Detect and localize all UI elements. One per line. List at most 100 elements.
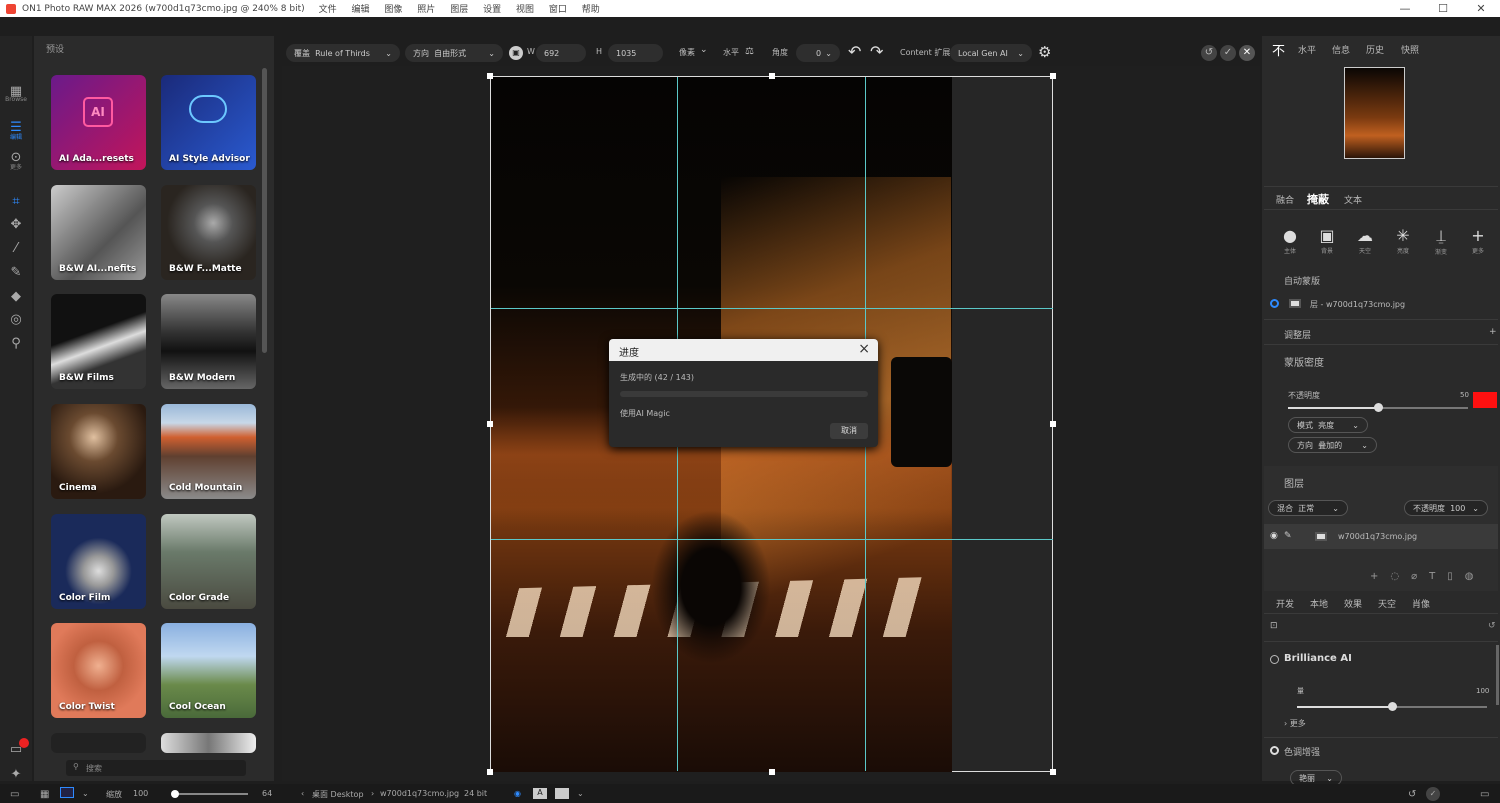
edit-tool[interactable]: ☰ 编辑 (7, 118, 25, 142)
reset-panel-icon[interactable]: ↺ (1488, 621, 1496, 631)
preset-card[interactable]: AI Style Advisor (161, 75, 256, 170)
mask-gradient-button[interactable]: ⍊ 渐变 (1426, 226, 1456, 256)
more-tool[interactable]: ⊙ 更多 (7, 148, 25, 172)
minimize-button[interactable]: — (1386, 2, 1424, 15)
preset-card[interactable]: Color Grade (161, 514, 256, 609)
mask-luminance-button[interactable]: ✳ 亮度 (1388, 226, 1418, 255)
clone-tool[interactable]: ◎ (7, 310, 25, 328)
preset-card[interactable]: B&W Films (51, 294, 146, 389)
preset-card[interactable]: Cinema (51, 404, 146, 499)
move-tool[interactable]: ✥ (7, 215, 25, 233)
color-swatch[interactable] (1473, 392, 1497, 408)
rotate-left-icon[interactable]: ↶ (848, 42, 861, 61)
crop-handle[interactable] (1050, 73, 1056, 79)
fill-mode-select[interactable]: Local Gen AI ⌄ (950, 44, 1032, 62)
preset-card[interactable]: Cold Mountain (161, 404, 256, 499)
reset-icon[interactable]: ↺ (1201, 45, 1217, 61)
crop-tool[interactable]: ⌗ (7, 192, 25, 210)
path-breadcrumb[interactable]: 桌面 Desktop (312, 789, 364, 800)
rotate-right-icon[interactable]: ↷ (870, 42, 883, 61)
tab-navigator[interactable]: 不 (1272, 40, 1285, 59)
back-icon[interactable]: ‹ (301, 789, 304, 798)
undo-icon[interactable]: ↺ (1408, 789, 1416, 800)
mask-view-icon[interactable] (555, 788, 569, 799)
menu-view[interactable]: 视图 (516, 5, 534, 15)
menu-photo[interactable]: 照片 (417, 5, 435, 15)
preset-card[interactable]: Cool Ocean (161, 623, 256, 718)
mode-select[interactable]: 模式 亮度 ⌄ (1288, 417, 1368, 433)
subtab-blend[interactable]: 融合 (1276, 193, 1294, 206)
single-view-icon[interactable] (60, 787, 74, 798)
gear-icon[interactable]: ⚙ (1038, 43, 1051, 61)
grid-view-icon[interactable]: ▦ (40, 789, 49, 800)
eraser-tool[interactable]: ◆ (7, 287, 25, 305)
subtab-text[interactable]: 文本 (1344, 193, 1362, 206)
browse-tool[interactable]: ▦ Browse (5, 82, 27, 104)
edit-tab-develop[interactable]: 开发 (1276, 597, 1294, 610)
menu-help[interactable]: 帮助 (582, 5, 600, 15)
crop-handle[interactable] (487, 769, 493, 775)
preset-card[interactable] (51, 733, 146, 753)
height-input[interactable]: 1035 (608, 44, 663, 62)
navigator-thumbnail[interactable] (1344, 67, 1405, 159)
panel-scrollbar[interactable] (1496, 645, 1499, 705)
menu-file[interactable]: 文件 (319, 5, 337, 15)
cancel-crop-icon[interactable]: ✕ (1239, 45, 1255, 61)
overlay-select[interactable]: 覆盖 Rule of Thirds ⌄ (286, 44, 400, 62)
mask-more-button[interactable]: + 更多 (1463, 226, 1493, 255)
help-tool[interactable]: ✦ (7, 765, 25, 783)
right-panel-toggle-icon[interactable]: ▭ (1480, 789, 1489, 800)
edit-tab-effects[interactable]: 效果 (1344, 597, 1362, 610)
cancel-button[interactable]: 取消 (830, 423, 868, 439)
preset-card[interactable]: B&W F...Matte (161, 185, 256, 280)
aspect-select[interactable]: 方向 自由形式 ⌄ (405, 44, 503, 62)
preview-eye-icon[interactable]: ◉ (514, 789, 521, 798)
crop-handle[interactable] (769, 73, 775, 79)
menu-settings[interactable]: 设置 (483, 5, 501, 15)
eye-icon[interactable]: ◉ (1270, 531, 1278, 541)
layer-opacity-select[interactable]: 不透明度 100 ⌄ (1404, 500, 1488, 516)
tab-snapshot[interactable]: 快照 (1401, 43, 1419, 56)
slider-knob[interactable] (1388, 702, 1397, 711)
lock-ratio-icon[interactable]: ▣ (509, 46, 523, 60)
slider-knob[interactable] (1374, 403, 1383, 412)
close-button[interactable]: ✕ (1462, 2, 1500, 15)
subtab-mask[interactable]: 掩蔽 (1307, 191, 1329, 207)
panel-toggle-icon[interactable]: ▭ (10, 789, 19, 800)
sync-icon[interactable]: ✓ (1426, 787, 1440, 801)
tab-history[interactable]: 历史 (1366, 43, 1384, 56)
menu-window[interactable]: 窗口 (549, 5, 567, 15)
brush-tool[interactable]: ✎ (7, 263, 25, 281)
width-input[interactable]: 692 (536, 44, 586, 62)
edit-tab-local[interactable]: 本地 (1310, 597, 1328, 610)
apply-icon[interactable]: ✓ (1220, 45, 1236, 61)
level-icon[interactable]: ⚖ (745, 46, 754, 57)
tab-info[interactable]: 信息 (1332, 43, 1350, 56)
chevron-down-icon[interactable]: ⌄ (577, 789, 584, 798)
preset-card[interactable]: Color Twist (51, 623, 146, 718)
unit-select[interactable]: 像素 (679, 47, 695, 58)
maximize-button[interactable]: ☐ (1424, 2, 1462, 15)
edit-tab-sky[interactable]: 天空 (1378, 597, 1396, 610)
preset-card[interactable]: B&W Modern (161, 294, 256, 389)
auto-icon[interactable]: A (533, 788, 547, 799)
layer-blend-select[interactable]: 混合 正常 ⌄ (1268, 500, 1348, 516)
zoom-tool[interactable]: ⚲ (7, 334, 25, 352)
mask-file-name[interactable]: 层 - w700d1q73cmo.jpg (1310, 299, 1405, 310)
angle-input[interactable]: 0 ⌄ (796, 44, 840, 62)
wand-tool[interactable]: ⁄ (7, 239, 25, 257)
crop-handle[interactable] (769, 769, 775, 775)
menu-edit[interactable]: 编辑 (352, 5, 370, 15)
preset-card[interactable]: Color Film (51, 514, 146, 609)
mask-sky-button[interactable]: ☁ 天空 (1350, 226, 1380, 255)
zoom-value[interactable]: 100 (133, 789, 148, 798)
crop-handle[interactable] (487, 73, 493, 79)
menu-layer[interactable]: 图层 (450, 5, 468, 15)
preset-card[interactable]: B&W AI...nefits (51, 185, 146, 280)
edit-tab-portrait[interactable]: 肖像 (1412, 597, 1430, 610)
slider-knob[interactable] (171, 790, 179, 798)
radio-selected-icon[interactable] (1270, 299, 1279, 308)
blend-select[interactable]: 方向 叠加的 ⌄ (1288, 437, 1377, 453)
close-icon[interactable]: × (858, 341, 870, 357)
menu-image[interactable]: 图像 (384, 5, 402, 15)
